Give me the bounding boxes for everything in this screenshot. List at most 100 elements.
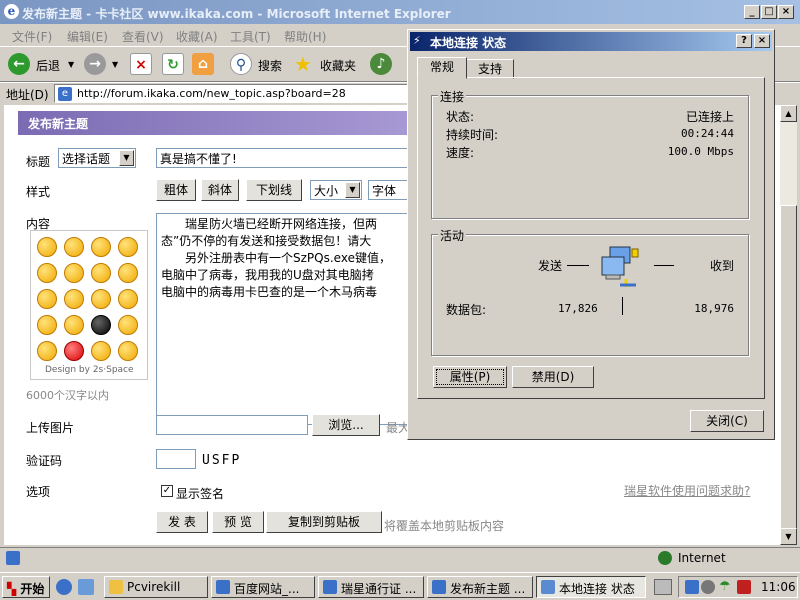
show-signature-checkbox[interactable]: ✓ xyxy=(161,485,173,497)
smiley-credit: Design by 2s·Space xyxy=(45,365,134,375)
help-link[interactable]: 瑞星软件使用问题求助? xyxy=(624,482,750,499)
smiley-icon[interactable] xyxy=(37,263,57,283)
chevron-down-icon: ▼ xyxy=(345,182,360,198)
status-value: 已连接上 xyxy=(685,110,734,124)
minimize-button[interactable]: _ xyxy=(744,5,760,19)
menu-favorites[interactable]: 收藏(A) xyxy=(176,28,218,45)
italic-button[interactable]: 斜体 xyxy=(201,179,239,201)
task-rising-passport[interactable]: 瑞星通行证 ... xyxy=(318,576,424,598)
umbrella-icon[interactable]: ☂ xyxy=(719,579,731,594)
content-textarea[interactable]: 瑞星防火墙已经断开网络连接，但两 态”仍不停的有发送和接受数据包！请大 另外注册… xyxy=(156,213,416,425)
menu-view[interactable]: 查看(V) xyxy=(122,28,164,45)
smiley-icon[interactable] xyxy=(64,289,84,309)
scroll-up-icon[interactable]: ▲ xyxy=(780,105,797,122)
scroll-down-icon[interactable]: ▼ xyxy=(780,528,797,545)
smiley-icon[interactable] xyxy=(91,315,111,335)
smiley-icon[interactable] xyxy=(64,263,84,283)
globe-icon xyxy=(658,551,672,565)
network-icon xyxy=(541,580,555,594)
char-limit-note: 6000个汉字以内 xyxy=(26,389,109,402)
media-button[interactable]: ♪ xyxy=(370,53,394,77)
smiley-icon[interactable] xyxy=(118,341,138,361)
smiley-icon[interactable] xyxy=(91,263,111,283)
ie-icon xyxy=(216,580,230,594)
form-header: 发布新主题 xyxy=(18,111,418,135)
close-button[interactable]: × xyxy=(778,5,794,19)
smiley-icon[interactable] xyxy=(118,237,138,257)
submit-button[interactable]: 发 表 xyxy=(156,511,208,533)
task-new-topic[interactable]: 发布新主题 ... xyxy=(427,576,533,598)
dropdown-arrow-icon[interactable]: ▼ xyxy=(68,60,74,69)
address-input[interactable]: e http://forum.ikaka.com/new_topic.asp?b… xyxy=(54,84,410,103)
disable-button[interactable]: 禁用(D) xyxy=(512,366,594,388)
task-connection-status[interactable]: 本地连接 状态 xyxy=(536,576,646,598)
dropdown-arrow-icon[interactable]: ▼ xyxy=(112,60,118,69)
dialog-close-button[interactable]: 关闭(C) xyxy=(690,410,764,432)
options-label: 选项 xyxy=(26,485,51,499)
smiley-icon[interactable] xyxy=(37,315,57,335)
captcha-input[interactable] xyxy=(156,449,196,469)
tab-support[interactable]: 支持 xyxy=(466,59,514,79)
menu-tools[interactable]: 工具(T) xyxy=(230,28,271,45)
packets-received: 18,976 xyxy=(694,302,734,315)
upload-input[interactable] xyxy=(156,415,308,435)
sent-line xyxy=(567,265,589,266)
help-button[interactable]: ? xyxy=(736,34,752,48)
smiley-icon[interactable] xyxy=(37,237,57,257)
ie-titlebar[interactable]: e 发布新主题 - 卡卡社区 www.ikaka.com - Microsoft… xyxy=(0,0,800,24)
network-tray-icon[interactable] xyxy=(685,580,699,594)
home-button[interactable]: ⌂ xyxy=(192,53,216,77)
page-status-icon xyxy=(6,551,20,565)
maximize-button[interactable]: □ xyxy=(761,5,777,19)
menu-edit[interactable]: 编辑(E) xyxy=(67,28,108,45)
menu-help[interactable]: 帮助(H) xyxy=(284,28,326,45)
scroll-thumb[interactable] xyxy=(780,205,797,535)
stop-button[interactable]: × xyxy=(130,53,152,77)
tab-general[interactable]: 常规 xyxy=(417,57,467,79)
smiley-icon[interactable] xyxy=(64,341,84,361)
smiley-icon[interactable] xyxy=(64,315,84,335)
smiley-icon[interactable] xyxy=(91,237,111,257)
smiley-icon[interactable] xyxy=(64,237,84,257)
captcha-code: USFP xyxy=(202,453,242,468)
topic-select[interactable]: 选择话题 ▼ xyxy=(58,148,136,168)
copy-clipboard-button[interactable]: 复制到剪贴板 xyxy=(266,511,382,533)
refresh-button[interactable]: ↻ xyxy=(162,53,184,77)
shield-icon[interactable] xyxy=(737,580,751,594)
search-button[interactable]: ⚲ 搜索 xyxy=(230,53,290,77)
task-baidu[interactable]: 百度网站_... xyxy=(211,576,315,598)
activity-group: 活动 发送 收到 数据包: 17,826 18,976 xyxy=(431,227,749,356)
font-size-select[interactable]: 大小 ▼ xyxy=(310,180,362,200)
title-input[interactable]: 真是搞不懂了! xyxy=(156,148,416,168)
smiley-icon[interactable] xyxy=(118,315,138,335)
favorites-button[interactable]: ★ 收藏夹 xyxy=(292,53,362,77)
menu-file[interactable]: 文件(F) xyxy=(12,28,52,45)
vertical-scrollbar[interactable]: ▲ ▼ xyxy=(780,105,797,545)
start-button[interactable]: ▚ 开始 xyxy=(2,576,50,598)
bold-button[interactable]: 粗体 xyxy=(156,179,196,201)
page-icon: e xyxy=(58,87,72,101)
preview-button[interactable]: 预 览 xyxy=(212,511,264,533)
keyboard-icon[interactable] xyxy=(654,579,672,595)
speaker-icon[interactable] xyxy=(701,580,715,594)
smiley-icon[interactable] xyxy=(37,341,57,361)
quicklaunch-desktop-icon[interactable] xyxy=(78,579,94,595)
smiley-panel: Design by 2s·Space xyxy=(30,230,148,380)
packets-label: 数据包: xyxy=(446,303,487,317)
task-pcvirekill[interactable]: Pcvirekill xyxy=(104,576,208,598)
forward-arrow-icon: → xyxy=(84,53,106,75)
quicklaunch-ie-icon[interactable] xyxy=(56,579,72,595)
browse-button[interactable]: 浏览... xyxy=(312,414,380,436)
smiley-icon[interactable] xyxy=(37,289,57,309)
forward-button[interactable]: → ▼ xyxy=(84,53,124,77)
dialog-titlebar[interactable]: ⚡ 本地连接 状态 ? × xyxy=(410,32,772,51)
dialog-close-icon[interactable]: × xyxy=(754,34,770,48)
refresh-icon: ↻ xyxy=(162,53,184,75)
smiley-icon[interactable] xyxy=(118,289,138,309)
underline-button[interactable]: 下划线 xyxy=(246,179,302,201)
smiley-icon[interactable] xyxy=(91,341,111,361)
smiley-icon[interactable] xyxy=(118,263,138,283)
back-button[interactable]: ← 后退 ▼ xyxy=(8,53,78,77)
properties-button[interactable]: 属性(P) xyxy=(433,366,507,388)
smiley-icon[interactable] xyxy=(91,289,111,309)
